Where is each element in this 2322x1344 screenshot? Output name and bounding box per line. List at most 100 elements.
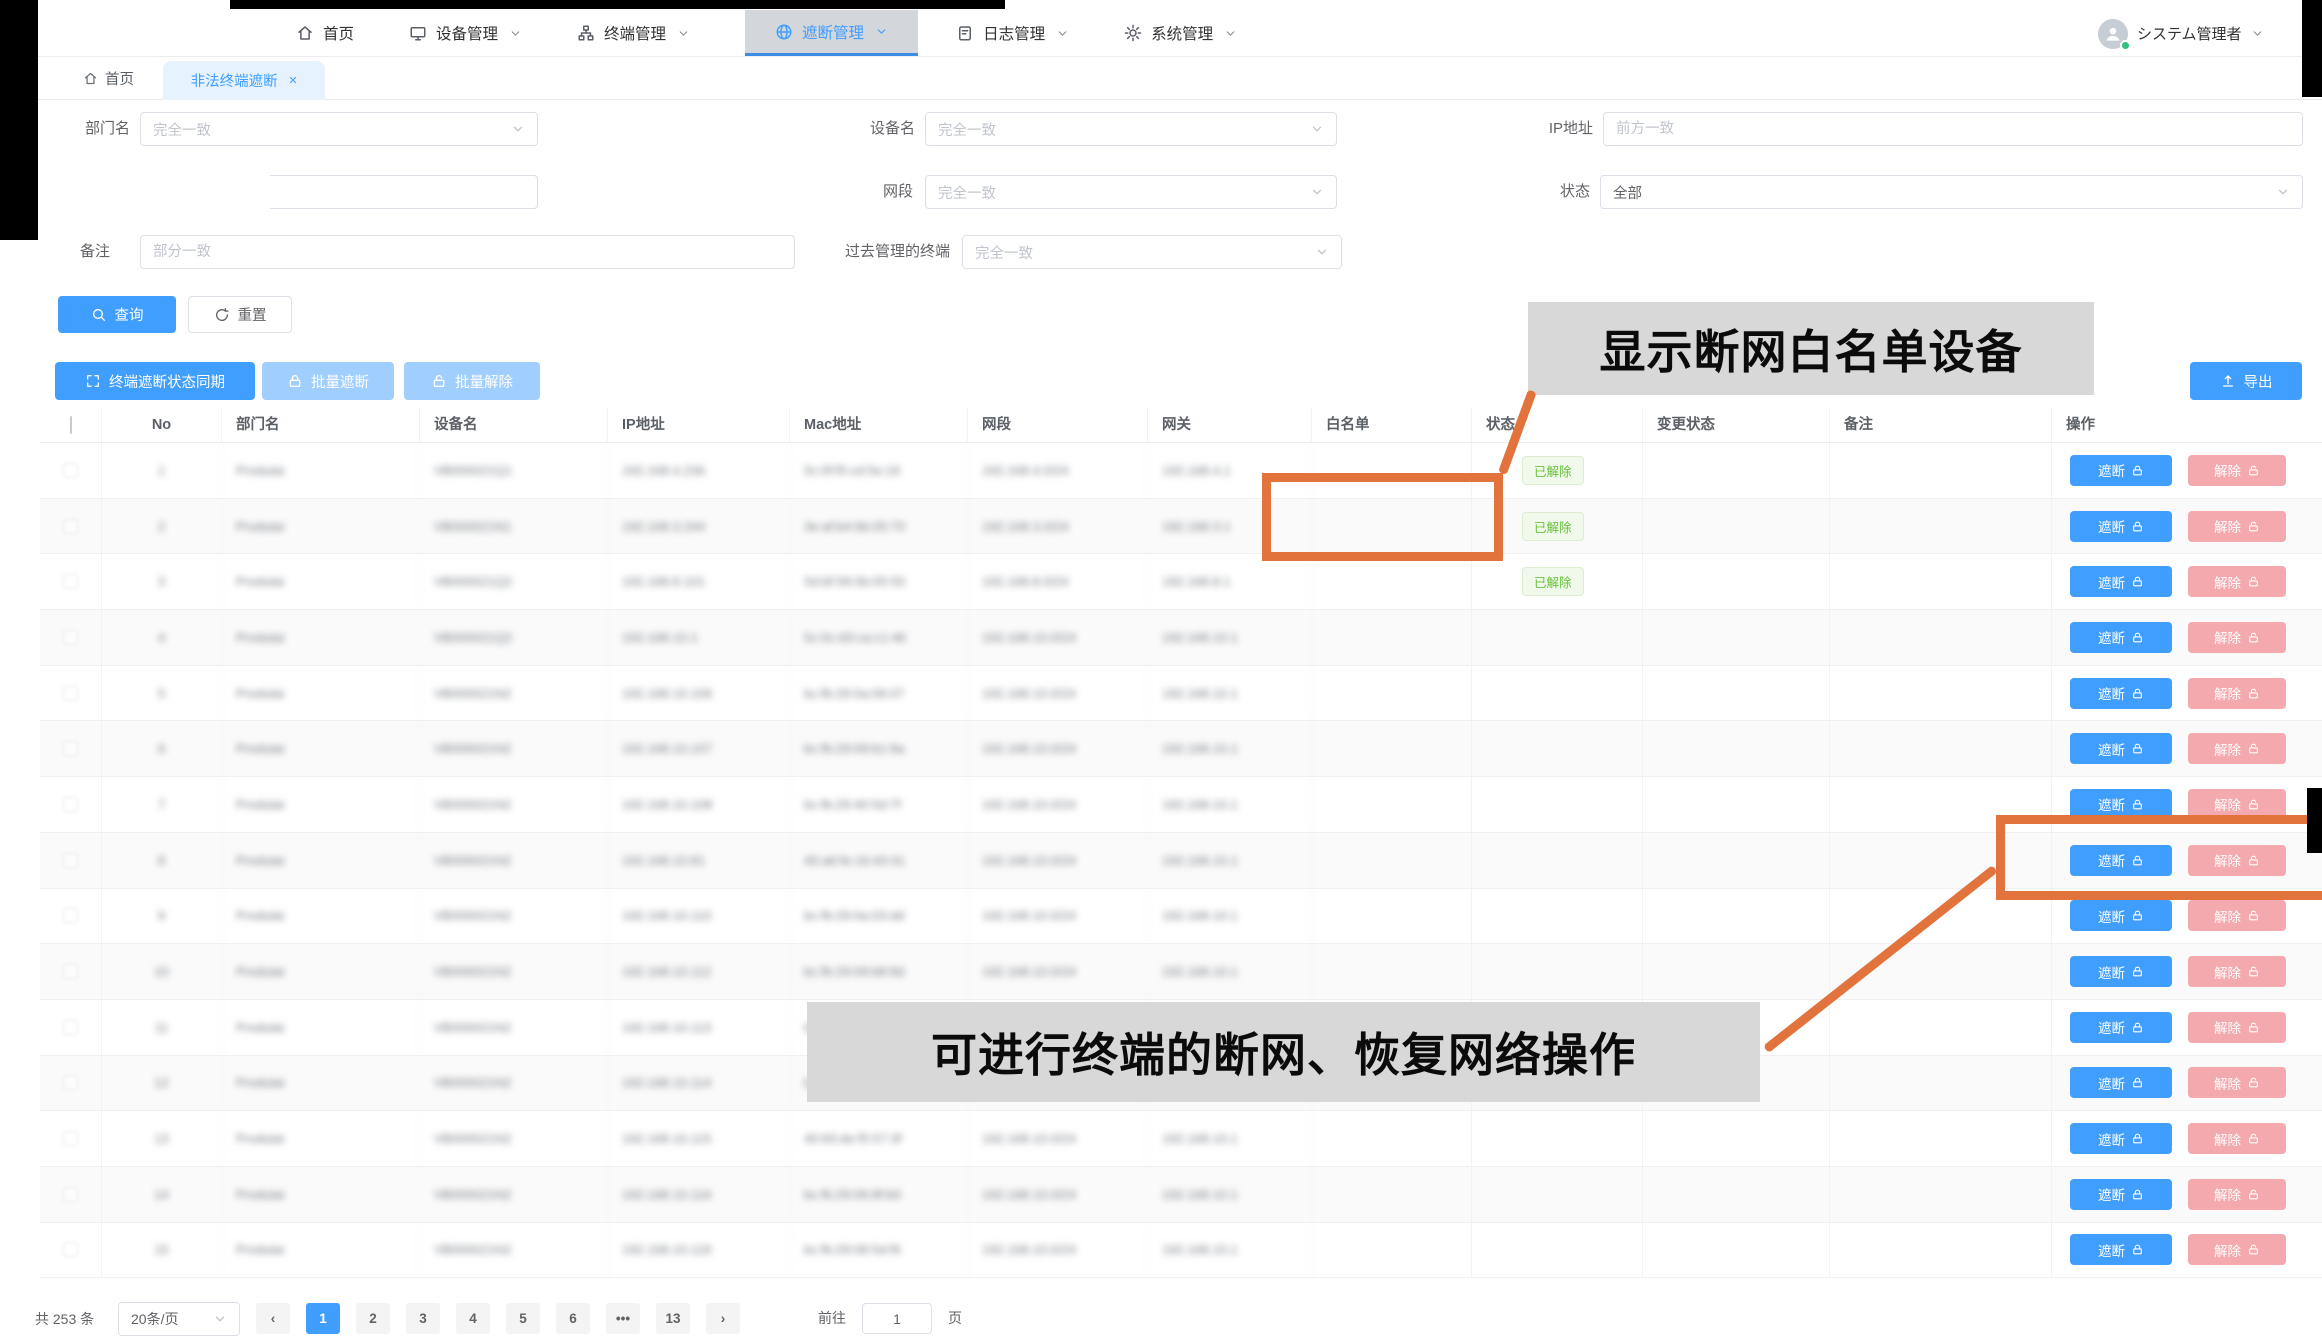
select-placeholder: 完全一致 <box>938 119 996 140</box>
prev-page-button[interactable]: ‹ <box>256 1303 290 1334</box>
unlock-icon <box>2247 631 2260 644</box>
page-button[interactable]: 6 <box>556 1303 590 1334</box>
row-checkbox[interactable] <box>63 964 78 979</box>
row-checkbox[interactable] <box>63 741 78 756</box>
unblock-button[interactable]: 解除 <box>2188 1012 2286 1043</box>
ip-input[interactable] <box>1603 112 2303 146</box>
refresh-icon <box>214 307 230 323</box>
nav-item-block-mgmt[interactable]: 遮断管理 <box>745 10 918 56</box>
row-checkbox[interactable] <box>63 686 78 701</box>
unblock-button[interactable]: 解除 <box>2188 1123 2286 1154</box>
tab-illegal-terminal-block[interactable]: 非法终端遮断 × <box>163 61 325 100</box>
annotation-highlight-whitelist <box>1262 473 1503 561</box>
unlock-icon <box>2247 1243 2260 1256</box>
nav-item-log-mgmt[interactable]: 日志管理 <box>956 10 1069 56</box>
unblock-button[interactable]: 解除 <box>2188 511 2286 542</box>
block-button[interactable]: 遮断 <box>2070 678 2172 709</box>
goto-label: 前往 <box>818 1303 846 1334</box>
block-button[interactable]: 遮断 <box>2070 566 2172 597</box>
page-button[interactable]: ••• <box>606 1303 640 1334</box>
page-button[interactable]: 2 <box>356 1303 390 1334</box>
goto-page-input[interactable] <box>862 1303 932 1334</box>
batch-unblock-button[interactable]: 批量解除 <box>404 362 540 400</box>
cell-device: VB000021N2 <box>420 1167 608 1222</box>
unblock-button[interactable]: 解除 <box>2188 900 2286 931</box>
row-checkbox[interactable] <box>63 797 78 812</box>
page-button[interactable]: 4 <box>456 1303 490 1334</box>
unblock-button[interactable]: 解除 <box>2188 455 2286 486</box>
block-button[interactable]: 遮断 <box>2070 622 2172 653</box>
past-terminal-select[interactable]: 完全一致 <box>962 235 1342 269</box>
search-button[interactable]: 查询 <box>58 296 176 333</box>
block-button[interactable]: 遮断 <box>2070 733 2172 764</box>
nav-item-terminal-mgmt[interactable]: 终端管理 <box>577 10 690 56</box>
row-checkbox[interactable] <box>63 1075 78 1090</box>
block-button[interactable]: 遮断 <box>2070 900 2172 931</box>
row-checkbox[interactable] <box>63 630 78 645</box>
nav-item-home[interactable]: 首页 <box>296 10 354 56</box>
page-size-select[interactable]: 20条/页 <box>118 1302 240 1336</box>
page-button[interactable]: 5 <box>506 1303 540 1334</box>
page-button[interactable]: 13 <box>656 1303 690 1334</box>
cell-change-status <box>1643 499 1830 554</box>
row-checkbox[interactable] <box>63 463 78 478</box>
unblock-button[interactable]: 解除 <box>2188 678 2286 709</box>
block-button[interactable]: 遮断 <box>2070 1067 2172 1098</box>
unblock-button[interactable]: 解除 <box>2188 733 2286 764</box>
batch-block-button[interactable]: 批量遮断 <box>262 362 394 400</box>
row-checkbox[interactable] <box>63 1187 78 1202</box>
row-checkbox[interactable] <box>63 853 78 868</box>
status-badge: 已解除 <box>1522 512 1584 541</box>
segment-select[interactable]: 完全一致 <box>925 175 1337 209</box>
unblock-button[interactable]: 解除 <box>2188 622 2286 653</box>
table-row: 14 Produtai VB000021N2 192.168.10.116 bc… <box>40 1167 2322 1223</box>
cell-device: VB000021N2 <box>420 721 608 776</box>
close-tab-icon[interactable]: × <box>289 73 298 88</box>
select-all-checkbox[interactable] <box>70 416 72 434</box>
cell-change-status <box>1643 610 1830 665</box>
block-button[interactable]: 遮断 <box>2070 956 2172 987</box>
export-button[interactable]: 导出 <box>2190 362 2302 400</box>
status-select[interactable]: 全部 <box>1600 175 2303 209</box>
block-button[interactable]: 遮断 <box>2070 1179 2172 1210</box>
block-button[interactable]: 遮断 <box>2070 1012 2172 1043</box>
page-button[interactable]: 1 <box>306 1303 340 1334</box>
cell-change-status <box>1643 1111 1830 1166</box>
row-checkbox[interactable] <box>63 908 78 923</box>
cell-whitelist <box>1312 610 1472 665</box>
unblock-button[interactable]: 解除 <box>2188 1234 2286 1265</box>
dept-select[interactable]: 完全一致 <box>140 112 538 146</box>
device-select[interactable]: 完全一致 <box>925 112 1337 146</box>
block-button[interactable]: 遮断 <box>2070 455 2172 486</box>
unblock-button[interactable]: 解除 <box>2188 956 2286 987</box>
nav-item-system-mgmt[interactable]: 系统管理 <box>1124 10 1237 56</box>
row-checkbox[interactable] <box>63 1020 78 1035</box>
cell-change-status <box>1643 443 1830 498</box>
block-button[interactable]: 遮断 <box>2070 1234 2172 1265</box>
cell-change-status <box>1643 1167 1830 1222</box>
cell-dept: Produtai <box>222 1111 420 1166</box>
button-label: 遮断 <box>2098 683 2125 703</box>
page-button[interactable]: 3 <box>406 1303 440 1334</box>
unblock-button[interactable]: 解除 <box>2188 1179 2286 1210</box>
row-checkbox[interactable] <box>63 1131 78 1146</box>
next-page-button[interactable]: › <box>706 1303 740 1334</box>
unblock-button[interactable]: 解除 <box>2188 566 2286 597</box>
white-redaction-filter <box>0 168 270 222</box>
lock-icon <box>2131 965 2144 978</box>
reset-button[interactable]: 重置 <box>188 296 292 333</box>
tab-home[interactable]: 首页 <box>83 57 134 100</box>
lock-icon <box>2131 1188 2144 1201</box>
block-button[interactable]: 遮断 <box>2070 511 2172 542</box>
row-checkbox[interactable] <box>63 1242 78 1257</box>
cell-dept: Produtai <box>222 443 420 498</box>
user-menu[interactable]: システム管理者 <box>2098 10 2264 57</box>
nav-label: 终端管理 <box>604 22 666 44</box>
row-checkbox[interactable] <box>63 519 78 534</box>
note-input[interactable] <box>140 235 795 269</box>
nav-item-device-mgmt[interactable]: 设备管理 <box>409 10 522 56</box>
block-button[interactable]: 遮断 <box>2070 1123 2172 1154</box>
sync-block-status-button[interactable]: 终端遮断状态同期 <box>55 362 255 400</box>
row-checkbox[interactable] <box>63 574 78 589</box>
unblock-button[interactable]: 解除 <box>2188 1067 2286 1098</box>
